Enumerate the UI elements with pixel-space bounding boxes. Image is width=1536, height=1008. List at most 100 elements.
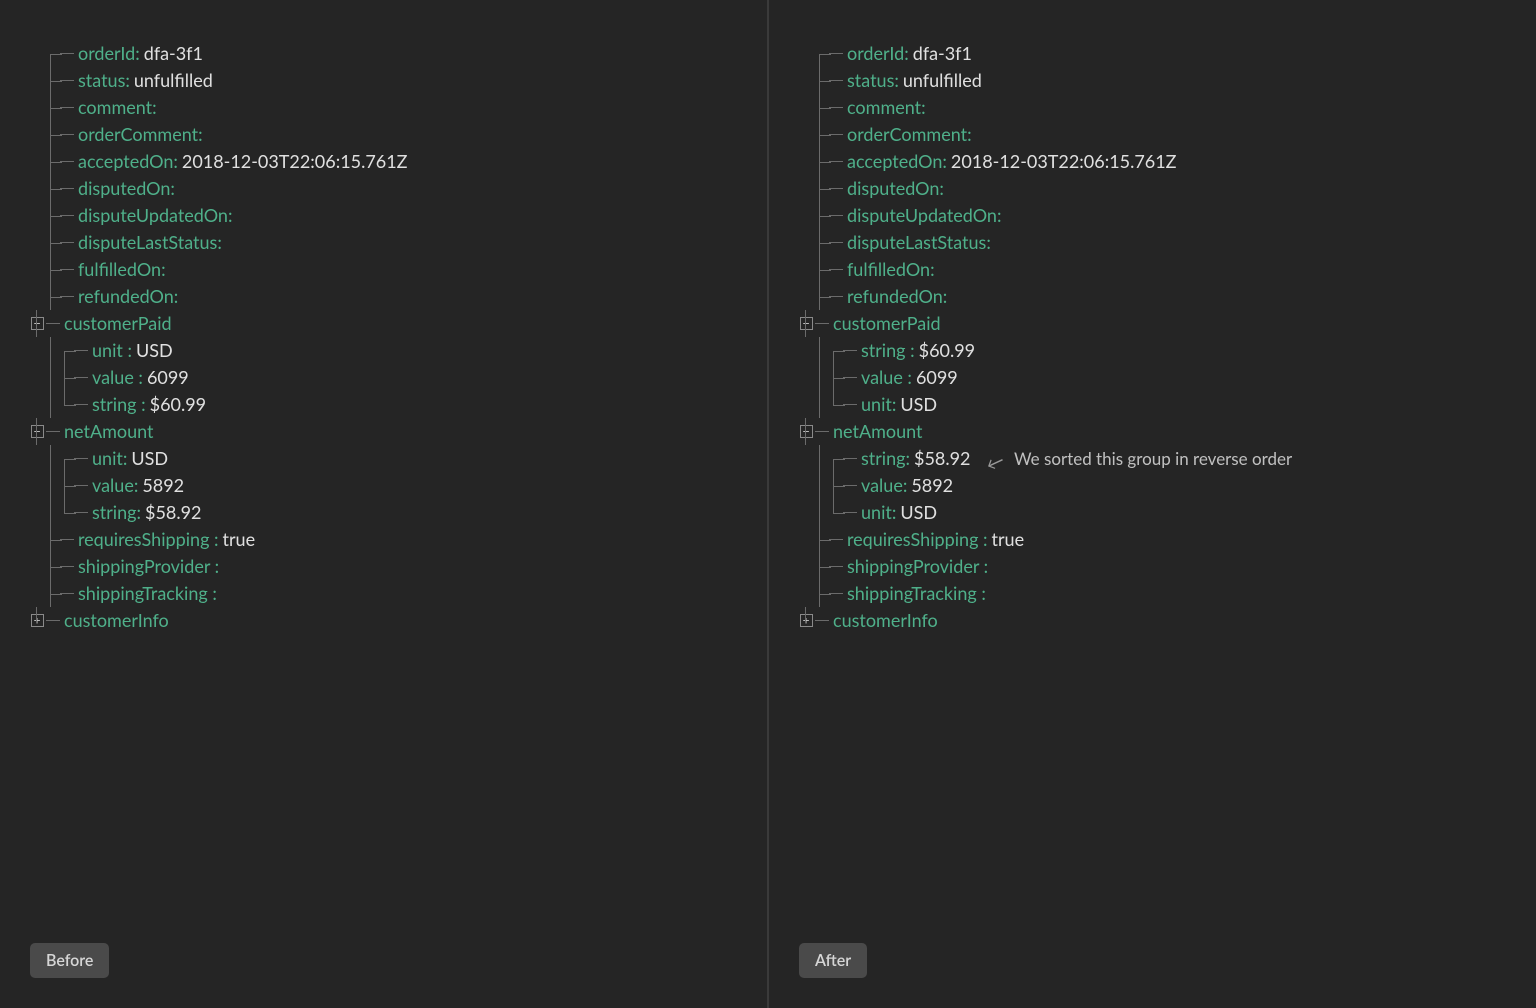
key-cp-unit: unit : [92,337,132,364]
tree-row-expandable[interactable]: − netAmount [799,418,1506,445]
key-cp-unit: unit: [861,391,896,418]
tree-row[interactable]: fulfilledOn: [30,256,737,283]
val-cp-unit: USD [900,391,937,418]
tree-row[interactable]: shippingTracking : [30,580,737,607]
tree-row[interactable]: unit :USD [30,337,737,364]
key-refundedOn: refundedOn: [78,283,178,310]
key-disputeUpdatedOn: disputeUpdatedOn: [78,202,232,229]
collapse-icon[interactable]: − [31,317,44,330]
tree-row[interactable]: value :6099 [799,364,1506,391]
tree-row[interactable]: value :6099 [30,364,737,391]
tree-row[interactable]: refundedOn: [30,283,737,310]
collapse-icon[interactable]: − [31,425,44,438]
tree-row[interactable]: value:5892 [30,472,737,499]
val-acceptedOn: 2018-12-03T22:06:15.761Z [182,148,408,175]
tree-row[interactable]: string:$58.92 ↙We sorted this group in r… [799,445,1506,472]
val-status: unfulfilled [903,67,982,94]
val-status: unfulfilled [134,67,213,94]
tree-row[interactable]: disputeLastStatus: [30,229,737,256]
tree-row[interactable]: orderId:dfa-3f1 [799,40,1506,67]
tree-row[interactable]: disputedOn: [799,175,1506,202]
tree-row[interactable]: unit:USD [799,499,1506,526]
tree-row[interactable]: requiresShipping :true [799,526,1506,553]
json-tree-before: orderId:dfa-3f1 status:unfulfilled comme… [30,40,737,634]
key-disputedOn: disputedOn: [847,175,944,202]
key-netAmount: netAmount [64,418,154,445]
tree-row[interactable]: disputeUpdatedOn: [30,202,737,229]
key-disputeLastStatus: disputeLastStatus: [847,229,991,256]
tree-row[interactable]: disputedOn: [30,175,737,202]
tree-row[interactable]: disputeUpdatedOn: [799,202,1506,229]
annotation: ↙We sorted this group in reverse order [990,445,1292,472]
key-customerPaid: customerPaid [833,310,941,337]
tree-row[interactable]: comment: [30,94,737,121]
tree-row-expandable[interactable]: +customerInfo [30,607,737,634]
before-pane: orderId:dfa-3f1 status:unfulfilled comme… [0,0,767,1008]
val-cp-string: $60.99 [150,391,206,418]
tree-row-expandable[interactable]: − customerPaid [799,310,1506,337]
key-customerInfo: customerInfo [833,607,938,634]
collapse-icon[interactable]: − [800,425,813,438]
key-comment: comment: [78,94,157,121]
key-shippingTracking: shippingTracking : [78,580,217,607]
expand-icon[interactable]: + [31,614,44,627]
tree-row[interactable]: unit:USD [799,391,1506,418]
val-cp-unit: USD [136,337,173,364]
key-acceptedOn: acceptedOn: [78,148,178,175]
key-cp-string: string : [861,337,915,364]
key-customerPaid: customerPaid [64,310,172,337]
val-na-value: 5892 [142,472,184,499]
tree-row-expandable[interactable]: − netAmount [30,418,737,445]
expand-icon[interactable]: + [800,614,813,627]
val-na-unit: USD [900,499,937,526]
val-na-string: $58.92 [914,445,970,472]
key-orderComment: orderComment: [78,121,203,148]
tree-row[interactable]: comment: [799,94,1506,121]
tree-row[interactable]: shippingProvider : [799,553,1506,580]
tree-row-expandable[interactable]: − customerPaid [30,310,737,337]
tree-row[interactable]: orderId:dfa-3f1 [30,40,737,67]
tree-row[interactable]: acceptedOn:2018-12-03T22:06:15.761Z [30,148,737,175]
val-acceptedOn: 2018-12-03T22:06:15.761Z [951,148,1177,175]
tree-row[interactable]: orderComment: [30,121,737,148]
tree-row[interactable]: unit:USD [30,445,737,472]
tree-row[interactable]: string:$58.92 [30,499,737,526]
val-cp-value: 6099 [916,364,958,391]
key-na-value: value: [92,472,138,499]
after-badge: After [799,943,867,978]
tree-row[interactable]: acceptedOn:2018-12-03T22:06:15.761Z [799,148,1506,175]
key-status: status: [847,67,899,94]
json-tree-after: orderId:dfa-3f1 status:unfulfilled comme… [799,40,1506,634]
val-na-string: $58.92 [145,499,201,526]
tree-row[interactable]: fulfilledOn: [799,256,1506,283]
tree-row[interactable]: shippingProvider : [30,553,737,580]
tree-row[interactable]: string :$60.99 [30,391,737,418]
tree-row[interactable]: refundedOn: [799,283,1506,310]
key-disputedOn: disputedOn: [78,175,175,202]
tree-row[interactable]: orderComment: [799,121,1506,148]
key-orderId: orderId: [847,40,909,67]
key-refundedOn: refundedOn: [847,283,947,310]
key-disputeLastStatus: disputeLastStatus: [78,229,222,256]
key-orderComment: orderComment: [847,121,972,148]
tree-row[interactable]: disputeLastStatus: [799,229,1506,256]
tree-row[interactable]: string :$60.99 [799,337,1506,364]
key-na-string: string: [92,499,141,526]
key-fulfilledOn: fulfilledOn: [847,256,935,283]
val-cp-value: 6099 [147,364,189,391]
key-shippingTracking: shippingTracking : [847,580,986,607]
tree-row[interactable]: requiresShipping :true [30,526,737,553]
val-orderId: dfa-3f1 [913,40,972,67]
tree-row-expandable[interactable]: + customerInfo [799,607,1506,634]
val-requiresShipping: true [223,526,256,553]
key-netAmount: netAmount [833,418,923,445]
tree-row[interactable]: shippingTracking : [799,580,1506,607]
collapse-icon[interactable]: − [800,317,813,330]
tree-row[interactable]: status:unfulfilled [30,67,737,94]
key-fulfilledOn: fulfilledOn: [78,256,166,283]
tree-row[interactable]: status:unfulfilled [799,67,1506,94]
key-acceptedOn: acceptedOn: [847,148,947,175]
val-cp-string: $60.99 [919,337,975,364]
key-shippingProvider: shippingProvider : [847,553,988,580]
tree-row[interactable]: value:5892 [799,472,1506,499]
